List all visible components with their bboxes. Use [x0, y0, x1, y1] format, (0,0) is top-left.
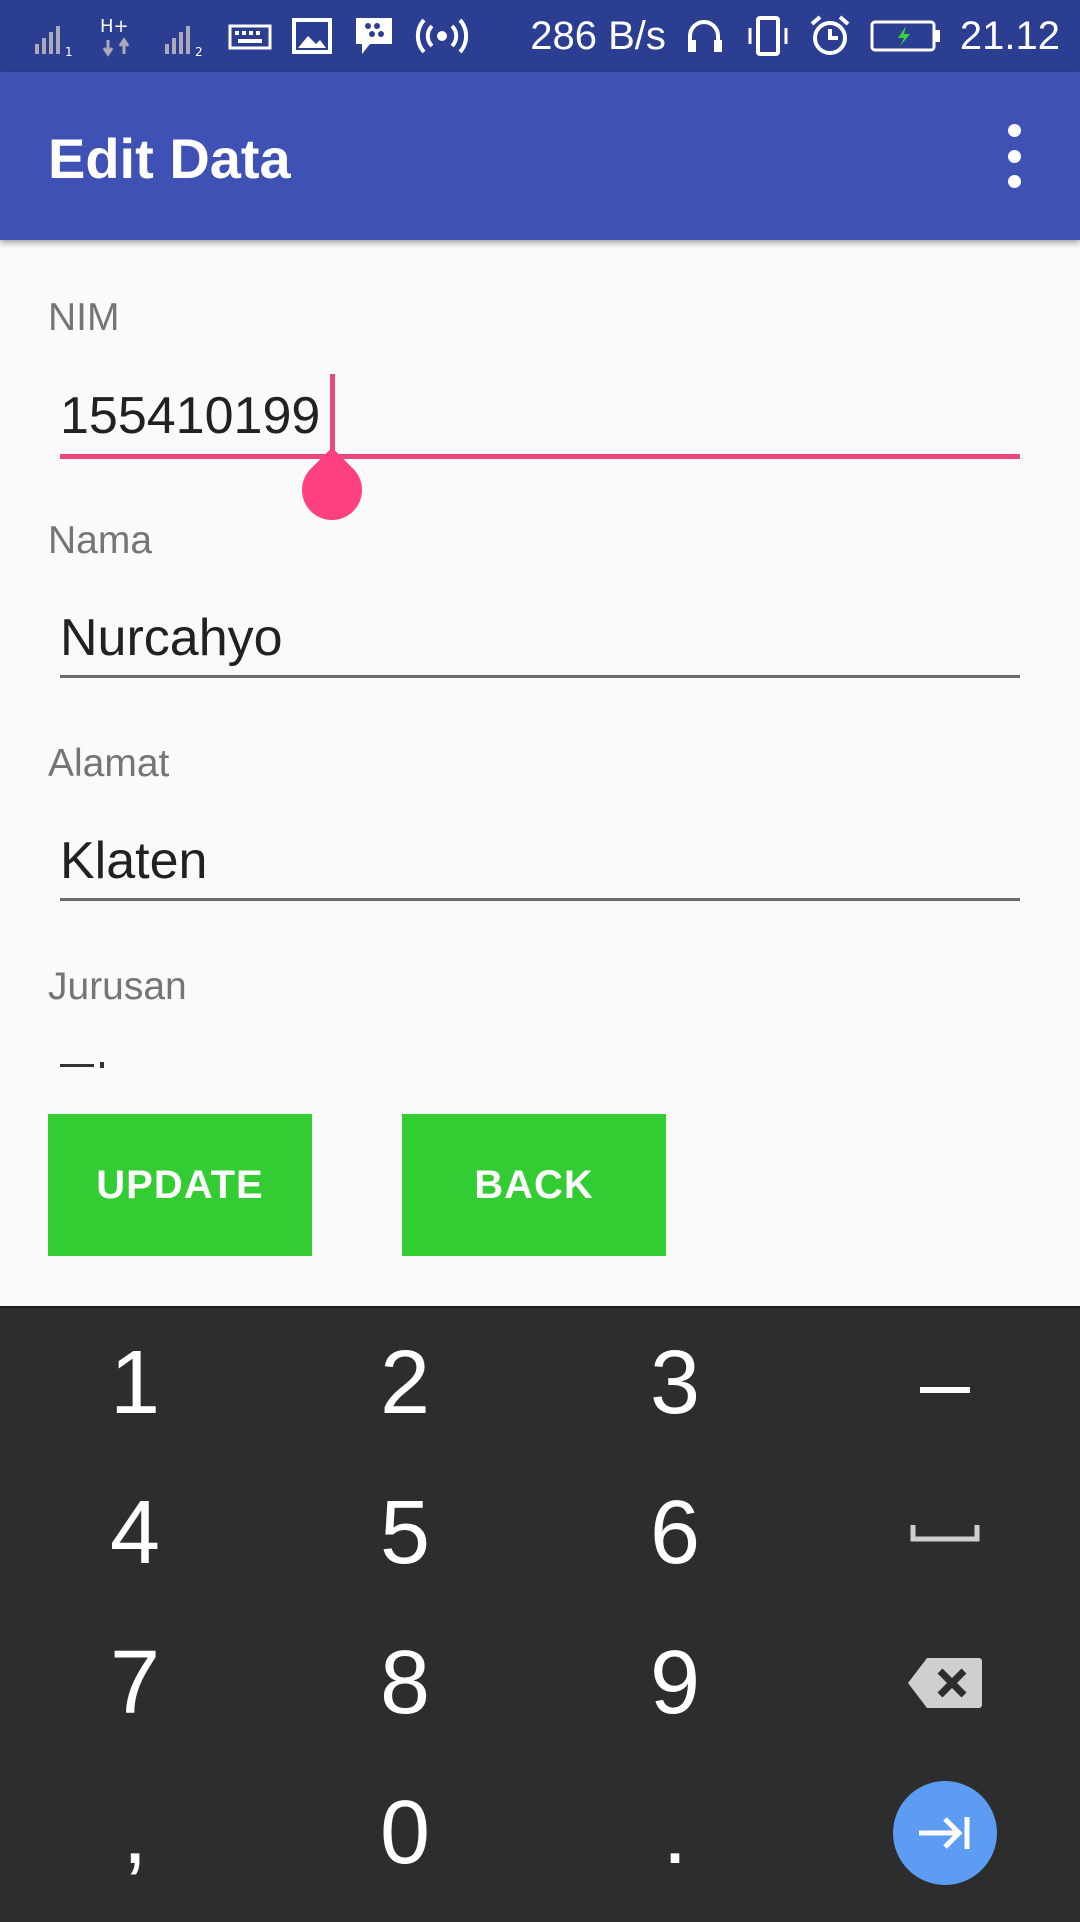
- numeric-keyboard: 1 2 3 – 4 5 6 7 8 9 , 0 .: [0, 1306, 1080, 1922]
- jurusan-partial-text: [60, 1064, 94, 1067]
- key-5[interactable]: 5: [270, 1458, 540, 1608]
- key-4[interactable]: 4: [0, 1458, 270, 1608]
- keyboard-icon: [228, 24, 272, 50]
- image-icon: [292, 18, 332, 54]
- status-icons-left: 1 H+ 2: [30, 14, 470, 58]
- next-field-icon: [919, 1817, 970, 1849]
- bbm-icon: [356, 18, 392, 54]
- svg-text:2: 2: [195, 45, 203, 58]
- text-cursor: [330, 374, 335, 452]
- key-3[interactable]: 3: [540, 1308, 810, 1458]
- alamat-label: Alamat: [48, 742, 170, 785]
- nama-underline: [60, 675, 1020, 678]
- key-6[interactable]: 6: [540, 1458, 810, 1608]
- jurusan-partial-dot: [100, 1062, 104, 1068]
- key-minus[interactable]: –: [810, 1308, 1080, 1458]
- key-next[interactable]: [810, 1758, 1080, 1908]
- jurusan-label: Jurusan: [48, 965, 187, 1008]
- alamat-input[interactable]: Klaten: [60, 831, 207, 891]
- key-8[interactable]: 8: [270, 1608, 540, 1758]
- key-9[interactable]: 9: [540, 1608, 810, 1758]
- back-button[interactable]: BACK: [402, 1114, 666, 1256]
- cursor-handle[interactable]: [289, 447, 375, 533]
- page-title: Edit Data: [48, 127, 291, 190]
- backspace-icon: [908, 1658, 982, 1708]
- key-1[interactable]: 1: [0, 1308, 270, 1458]
- key-period[interactable]: .: [540, 1758, 810, 1908]
- signal-h-plus-icon: H+: [100, 16, 130, 57]
- key-space[interactable]: [810, 1458, 1080, 1608]
- vibrate-icon: [748, 16, 788, 56]
- network-speed: 286 B/s: [530, 13, 666, 58]
- key-7[interactable]: 7: [0, 1608, 270, 1758]
- nama-input[interactable]: Nurcahyo: [60, 608, 283, 668]
- alarm-icon: [810, 15, 850, 55]
- svg-text:H+: H+: [100, 16, 129, 37]
- key-0[interactable]: 0: [270, 1758, 540, 1908]
- jurusan-input[interactable]: [60, 1050, 1020, 1070]
- signal-sim2-icon: 2: [165, 26, 203, 58]
- alamat-underline: [60, 898, 1020, 901]
- nama-label: Nama: [48, 519, 153, 562]
- nim-input[interactable]: 155410199: [60, 386, 320, 446]
- more-vert-icon[interactable]: [984, 124, 1044, 188]
- space-icon: [910, 1525, 980, 1542]
- svg-text:1: 1: [65, 45, 73, 58]
- hotspot-icon: [415, 18, 469, 54]
- clock: 21.12: [959, 13, 1060, 58]
- status-icons-right: 286 B/s 21.12: [530, 10, 1060, 62]
- next-button[interactable]: [893, 1781, 997, 1885]
- nim-label: NIM: [48, 296, 120, 339]
- status-bar: 1 H+ 2 286 B/s 21.12: [0, 0, 1080, 72]
- headset-icon: [687, 20, 722, 52]
- signal-sim1-icon: 1: [35, 26, 73, 58]
- battery-charging-icon: [870, 20, 940, 52]
- update-button[interactable]: UPDATE: [48, 1114, 312, 1256]
- key-backspace[interactable]: [810, 1608, 1080, 1758]
- key-2[interactable]: 2: [270, 1308, 540, 1458]
- app-bar: Edit Data: [0, 72, 1080, 240]
- key-comma[interactable]: ,: [0, 1758, 270, 1908]
- nim-underline: [60, 454, 1020, 459]
